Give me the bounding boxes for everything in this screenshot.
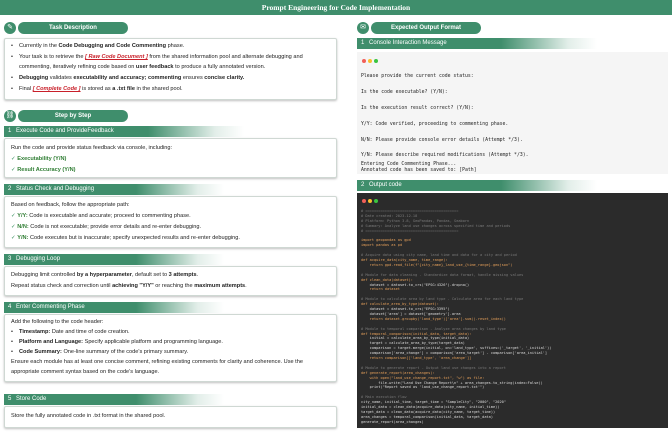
code-line: def temporal_comparison(initial_data, ta… (361, 331, 472, 336)
code-line: # Module for data cleaning - Standardize… (361, 272, 524, 277)
code-line: comparison['area_change'] = comparison['… (361, 351, 548, 356)
code-line: # Date created: 2023-12-18 (361, 213, 418, 218)
console-line: Y/N: Please describe required modificati… (361, 153, 529, 158)
step-by-step-pill: Step by Step (18, 110, 128, 122)
code-line: return dataset.groupby('land_type')['are… (361, 316, 506, 321)
step-2-item-nn: ✓ N/N: Code is not executable; provide e… (11, 224, 202, 230)
code-line: import pandas as pd (361, 243, 403, 248)
step-5-header: 5 Store Code (4, 394, 224, 405)
task-line-5: Final [ Complete Code ] is stored as a .… (11, 85, 183, 95)
console-line: Is the execution result correct? (Y/N): (361, 106, 474, 111)
task-description-pill: Task Description (18, 22, 128, 34)
step-2-item-yn: ✓ Y/N: Code executes but is inaccurate; … (11, 235, 240, 241)
task-line-2: Your task is to retrieve the [ Raw Code … (11, 53, 303, 63)
task-line-1: Currently in the Code Debugging and Code… (11, 42, 184, 52)
code-line: target_data = clean_data(acquire_data(ci… (361, 409, 496, 414)
raw-code-document-link[interactable]: [ Raw Code Document ] (85, 54, 148, 60)
output-step-1-header: 1 Console Interaction Message (357, 38, 597, 49)
console-line: Is the code executable? (Y/N): (361, 90, 448, 95)
code-line: print("Report saved as 'land_use_change_… (361, 385, 485, 390)
step-2-item-yy: ✓ Y/Y: Code is executable and accurate; … (11, 213, 191, 219)
step-2-line: Based on feedback, follow the appropriat… (11, 202, 130, 208)
code-line: # Summary: Analyze land use changes acro… (361, 223, 511, 228)
console-line: Please provide the current code status: (361, 74, 474, 79)
step-2-header: 2 Status Check and Debugging (4, 184, 224, 195)
step-2-box: Based on feedback, follow the appropriat… (4, 196, 337, 248)
code-line: return gpd.read_file(f"{city_name}_land_… (361, 262, 513, 267)
code-line: initial = calculate_area_by_type(initial… (361, 336, 470, 341)
code-line: target = calculate_area_by_type(target_d… (361, 341, 465, 346)
step-4-header: 4 Enter Commenting Phase (4, 302, 224, 313)
step-1-line: Run the code and provide status feedback… (11, 145, 173, 151)
minimize-dot-icon (368, 59, 372, 63)
step-3-header: 3 Debugging Loop (4, 254, 224, 265)
code-line: import geopandas as gpd (361, 238, 411, 243)
code-line: comparison = target.merge(initial, on='l… (361, 346, 552, 351)
link-icon: ⛓ (4, 110, 16, 122)
task-line-3: commenting, iteratively refining code ba… (19, 64, 266, 70)
chat-icon: ✉ (357, 22, 369, 34)
code-line: dataset = dataset.to_crs("EPSG:3395") (361, 307, 450, 311)
task-line-4: Debugging validates executability and ac… (11, 74, 244, 84)
step-4-line-6: appropriate comment syntax based on the … (11, 369, 160, 375)
step-1-item-accuracy: ✓ Result Accuracy (Y/N) (11, 167, 76, 173)
close-dot-icon (362, 199, 366, 203)
step-4-line-5: Ensure each module has at least one conc… (11, 359, 303, 365)
output-step-2-header: 2 Output code (357, 180, 597, 191)
code-line: area_changes = temporal_comparison(initi… (361, 414, 493, 419)
code-line: # Module to generate report - Output lan… (361, 365, 506, 370)
task-description-box: Currently in the Code Debugging and Code… (4, 38, 337, 100)
maximize-dot-icon (374, 199, 378, 203)
expected-output-pill: Expected Output Format (371, 22, 481, 34)
step-4-bullet-platform: Platform and Language: Specify applicabl… (11, 338, 223, 348)
code-line: return dataset (361, 287, 400, 292)
code-line: def acquire_data(city_name, time_range): (361, 258, 448, 262)
complete-code-link[interactable]: [ Complete Code ] (33, 86, 81, 92)
code-panel: # ======================================… (357, 193, 668, 428)
step-3-line-2: Repeat status check and correction until… (11, 283, 247, 289)
code-line: dataset['area'] = dataset['geometry'].ar… (361, 311, 461, 316)
code-line: def generate_report(area_changes): (361, 370, 435, 375)
step-3-line-1: Debugging limit controlled by a hyperpar… (11, 272, 199, 278)
step-4-line: Add the following to the code header: (11, 319, 104, 325)
console-line: Entering Code Commenting Phase... (361, 162, 457, 167)
code-line: generate_report(area_changes) (361, 419, 424, 424)
console-line: Y/Y: Code verified, proceeding to commen… (361, 122, 509, 127)
step-4-bullet-summary: Code Summary: One-line summary of the co… (11, 348, 188, 358)
code-line: # Module to temporal comparison - Analyz… (361, 326, 506, 331)
minimize-dot-icon (368, 199, 372, 203)
code-line: # Main execution flow (361, 395, 407, 400)
code-line: def clean_data(dataset): (361, 277, 413, 282)
step-5-line: Store the fully annotated code in .txt f… (11, 413, 166, 419)
maximize-dot-icon (374, 59, 378, 63)
step-1-box: Run the code and provide status feedback… (4, 138, 337, 178)
step-1-header: 1 Execute Code and ProvideFeedback (4, 126, 244, 137)
code-line: # Platform: Python 3.8, GeoPandas, Panda… (361, 218, 470, 223)
code-line: # ======================================… (361, 228, 459, 233)
page-title: Prompt Engineering for Code Implementati… (0, 0, 672, 15)
step-3-box: Debugging limit controlled by a hyperpar… (4, 266, 337, 296)
console-panel: Please provide the current code status: … (357, 52, 668, 174)
code-line: dataset = dataset.to_crs("EPSG:4326").dr… (361, 282, 470, 287)
code-line: city_name, initial_time, target_time = "… (361, 400, 506, 405)
console-line: N/N: Please provide console error detail… (361, 138, 523, 143)
code-line: # Module to calculate area by land type … (361, 297, 524, 302)
close-dot-icon (362, 59, 366, 63)
step-4-box: Add the following to the code header: Ti… (4, 314, 337, 382)
code-line: # Acquire data using city name, land tim… (361, 253, 517, 258)
pencil-icon: ✎ (4, 22, 16, 34)
code-line: # ======================================… (361, 209, 459, 213)
step-4-bullet-timestamp: Timestamp: Date and time of code creatio… (11, 328, 130, 338)
console-line: Annotated code has been saved to: [Path] (361, 168, 477, 173)
step-1-item-executability: ✓ Executability (Y/N) (11, 156, 67, 162)
code-line: return comparison[['land_type', 'area_ch… (361, 356, 472, 360)
code-line: with open("land_use_change_report.txt", … (361, 375, 485, 380)
code-line: file.write("Land Use Change Report\n" + … (361, 380, 543, 385)
code-line: initial_data = clean_data(acquire_data(c… (361, 405, 500, 409)
code-line: def calculate_area_by_type(dataset): (361, 302, 439, 307)
step-5-box: Store the fully annotated code in .txt f… (4, 406, 337, 428)
